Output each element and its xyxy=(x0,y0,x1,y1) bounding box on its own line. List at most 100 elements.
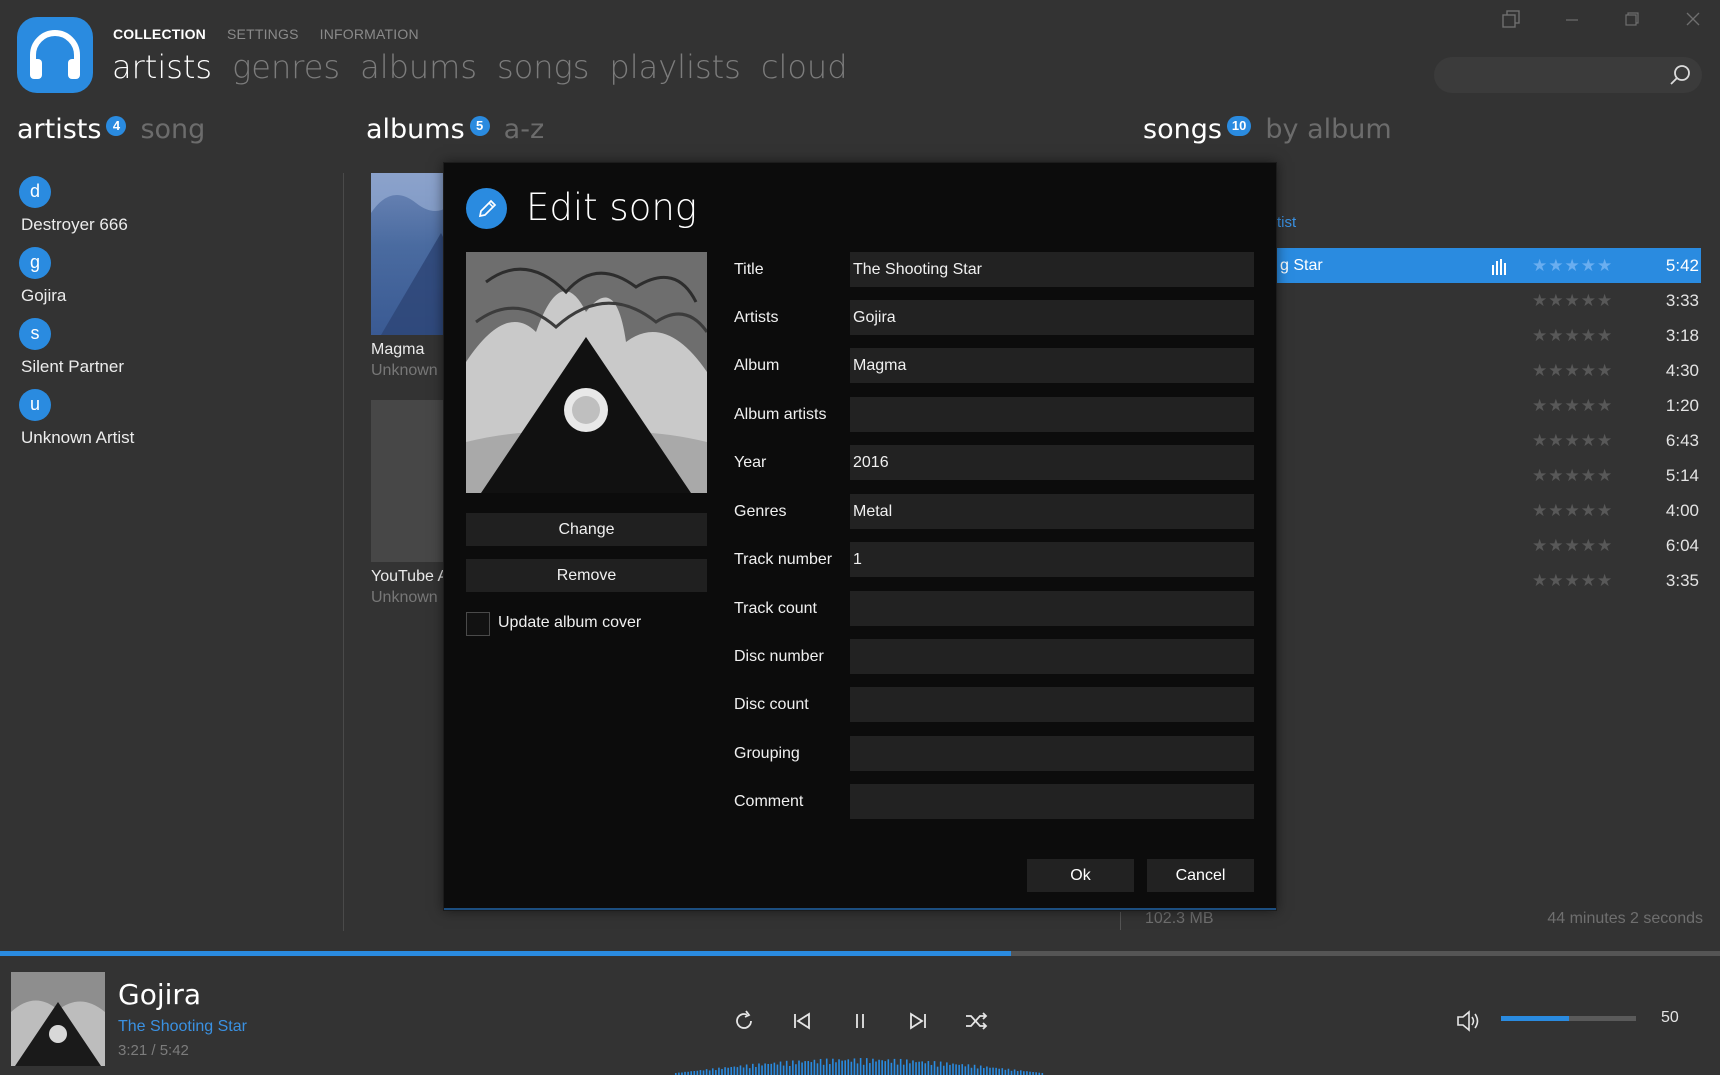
artist-letter-badge[interactable]: g xyxy=(19,247,51,279)
nav-albums[interactable]: albums xyxy=(360,48,477,86)
artist-group-s[interactable]: s Silent Partner xyxy=(19,318,319,377)
artists-sort-toggle[interactable]: song xyxy=(140,114,205,145)
remove-cover-button[interactable]: Remove xyxy=(466,559,707,592)
artist-group-g[interactable]: g Gojira xyxy=(19,247,319,306)
rating-stars[interactable]: ★★★★★ xyxy=(1532,326,1613,346)
artist-item[interactable]: Gojira xyxy=(21,286,319,306)
subnav-settings[interactable]: SETTINGS xyxy=(227,26,299,42)
track-count-field[interactable] xyxy=(850,591,1254,626)
artist-letter-badge[interactable]: d xyxy=(19,176,51,208)
album-field[interactable]: Magma xyxy=(850,348,1254,383)
nav-artists[interactable]: artists xyxy=(112,48,212,86)
song-row[interactable]: ★★★★★ 6:04 xyxy=(1276,528,1701,563)
artist-group-d[interactable]: d Destroyer 666 xyxy=(19,176,319,235)
song-row[interactable]: ★★★★★ 4:00 xyxy=(1276,493,1701,528)
visualizer-bar xyxy=(776,1064,779,1075)
volume-icon[interactable] xyxy=(1455,1008,1481,1034)
title-label: Title xyxy=(734,261,764,278)
visualizer-bar xyxy=(887,1059,890,1075)
collection-total-time: 44 minutes 2 seconds xyxy=(1547,910,1703,927)
dialog-pencil-badge xyxy=(466,188,507,229)
song-row[interactable]: ★★★★★ 5:14 xyxy=(1276,458,1701,493)
minimize-icon[interactable] xyxy=(1557,6,1587,32)
subnav-collection[interactable]: COLLECTION xyxy=(113,26,206,42)
nav-songs[interactable]: songs xyxy=(497,48,589,86)
change-cover-button[interactable]: Change xyxy=(466,513,707,546)
search-input[interactable] xyxy=(1434,57,1702,93)
songs-header: songs 10 by album xyxy=(1143,114,1392,145)
rating-stars[interactable]: ★★★★★ xyxy=(1532,571,1613,591)
next-button[interactable] xyxy=(903,1006,933,1036)
track-number-field[interactable]: 1 xyxy=(850,542,1254,577)
visualizer-bar xyxy=(859,1058,862,1075)
previous-button[interactable] xyxy=(787,1006,817,1036)
artist-letter-badge[interactable]: u xyxy=(19,389,51,421)
comment-field[interactable] xyxy=(850,784,1254,819)
title-field[interactable]: The Shooting Star xyxy=(850,252,1254,287)
rating-stars[interactable]: ★★★★★ xyxy=(1532,536,1613,556)
visualizer-bar xyxy=(909,1063,911,1075)
song-row[interactable]: ★★★★★ 6:43 xyxy=(1276,423,1701,458)
artist-item[interactable]: Destroyer 666 xyxy=(21,215,319,235)
rating-stars[interactable]: ★★★★★ xyxy=(1532,466,1613,486)
song-row[interactable]: ★★★★★ 3:35 xyxy=(1276,563,1701,598)
visualizer-bar xyxy=(819,1058,822,1075)
visualizer-bar xyxy=(761,1065,763,1075)
cancel-button[interactable]: Cancel xyxy=(1147,859,1254,892)
miniplayer-icon[interactable] xyxy=(1496,6,1526,32)
artist-item[interactable]: Unknown Artist xyxy=(21,428,319,448)
nav-genres[interactable]: genres xyxy=(232,48,340,86)
genres-field[interactable]: Metal xyxy=(850,494,1254,529)
visualizer-bar xyxy=(705,1069,708,1075)
ok-button[interactable]: Ok xyxy=(1027,859,1134,892)
visualizer-bar xyxy=(896,1064,899,1075)
shuffle-button[interactable] xyxy=(961,1006,991,1036)
volume-slider[interactable] xyxy=(1501,1016,1636,1021)
visualizer-bar xyxy=(841,1060,843,1075)
now-playing-artist[interactable]: Gojira xyxy=(118,978,201,1011)
songs-sort-toggle[interactable]: by album xyxy=(1265,114,1391,145)
nav-playlists[interactable]: playlists xyxy=(609,48,740,86)
now-playing-cover[interactable] xyxy=(11,972,105,1066)
artist-group-u[interactable]: u Unknown Artist xyxy=(19,389,319,448)
rating-stars[interactable]: ★★★★★ xyxy=(1532,501,1613,521)
column-divider xyxy=(343,173,344,931)
disc-number-label: Disc number xyxy=(734,648,824,665)
visualizer-bar xyxy=(813,1059,816,1075)
search-icon[interactable] xyxy=(1668,63,1692,87)
grouping-field[interactable] xyxy=(850,736,1254,771)
visualizer-bar xyxy=(702,1070,705,1075)
visualizer-bar xyxy=(770,1063,773,1075)
visualizer-bar xyxy=(1023,1071,1025,1075)
rating-stars[interactable]: ★★★★★ xyxy=(1532,291,1613,311)
now-playing-title[interactable]: The Shooting Star xyxy=(118,1018,247,1036)
song-row[interactable]: ★★★★★ 3:33 xyxy=(1276,283,1701,318)
restore-icon[interactable] xyxy=(1617,6,1647,32)
rating-stars[interactable]: ★★★★★ xyxy=(1532,431,1613,451)
rating-stars[interactable]: ★★★★★ xyxy=(1532,396,1613,416)
visualizer-bar xyxy=(961,1064,964,1075)
close-icon[interactable] xyxy=(1678,6,1708,32)
song-row[interactable]: ★★★★★ 3:18 xyxy=(1276,318,1701,353)
subnav-information[interactable]: INFORMATION xyxy=(320,26,419,42)
song-row[interactable]: ★★★★★ 4:30 xyxy=(1276,353,1701,388)
pause-button[interactable] xyxy=(845,1006,875,1036)
update-album-cover-checkbox[interactable] xyxy=(466,612,490,636)
album-artists-field[interactable] xyxy=(850,397,1254,432)
rating-stars[interactable]: ★★★★★ xyxy=(1532,256,1613,276)
repeat-button[interactable] xyxy=(729,1006,759,1036)
rating-stars[interactable]: ★★★★★ xyxy=(1532,361,1613,381)
visualizer-bar xyxy=(995,1067,997,1075)
albums-sort-toggle[interactable]: a-z xyxy=(504,114,544,145)
artist-item[interactable]: Silent Partner xyxy=(21,357,319,377)
visualizer-bar xyxy=(942,1065,945,1075)
song-row[interactable]: g Star ★★★★★ 5:42 xyxy=(1276,248,1701,283)
artist-letter-badge[interactable]: s xyxy=(19,318,51,350)
artists-count-badge: 4 xyxy=(106,116,127,136)
disc-count-field[interactable] xyxy=(850,687,1254,722)
artists-field[interactable]: Gojira xyxy=(850,300,1254,335)
nav-cloud[interactable]: cloud xyxy=(761,48,848,86)
year-field[interactable]: 2016 xyxy=(850,445,1254,480)
song-row[interactable]: ★★★★★ 1:20 xyxy=(1276,388,1701,423)
disc-number-field[interactable] xyxy=(850,639,1254,674)
